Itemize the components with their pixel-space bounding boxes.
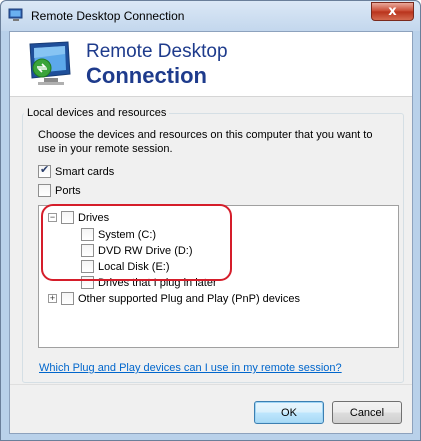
drives-highlight-outline: [41, 204, 232, 281]
dialog-window: Remote Desktop Connection x Remote Deskt…: [0, 0, 421, 441]
window-title: Remote Desktop Connection: [31, 9, 185, 23]
ok-button[interactable]: OK: [254, 401, 324, 424]
ports-checkbox[interactable]: [38, 184, 51, 197]
banner: Remote Desktop Connection: [10, 32, 412, 96]
ports-option[interactable]: Ports: [38, 184, 81, 197]
banner-divider: [10, 96, 412, 97]
footer-divider: [10, 384, 412, 385]
smart-cards-option[interactable]: Smart cards: [38, 163, 115, 178]
group-description: Choose the devices and resources on this…: [38, 129, 373, 155]
remote-desktop-icon: [8, 8, 23, 21]
tree-item-pnp[interactable]: + Other supported Plug and Play (PnP) de…: [48, 292, 300, 305]
smart-cards-checkbox[interactable]: [38, 163, 51, 178]
help-link[interactable]: Which Plug and Play devices can I use in…: [39, 362, 342, 374]
title-bar[interactable]: Remote Desktop Connection x: [1, 1, 420, 31]
ports-label: Ports: [55, 184, 81, 197]
banner-title-line1: Remote Desktop: [86, 41, 228, 62]
group-label: Local devices and resources: [24, 107, 170, 119]
expand-icon[interactable]: +: [48, 294, 57, 303]
banner-title-line2: Connection: [86, 63, 207, 88]
cancel-button[interactable]: Cancel: [332, 401, 402, 424]
monitor-connection-icon: [29, 41, 71, 85]
smart-cards-label: Smart cards: [55, 165, 115, 178]
pnp-checkbox[interactable]: [61, 292, 74, 305]
dialog-client-area: Remote Desktop Connection Local devices …: [9, 31, 413, 434]
pnp-label: Other supported Plug and Play (PnP) devi…: [78, 292, 300, 305]
close-button[interactable]: x: [371, 2, 414, 21]
